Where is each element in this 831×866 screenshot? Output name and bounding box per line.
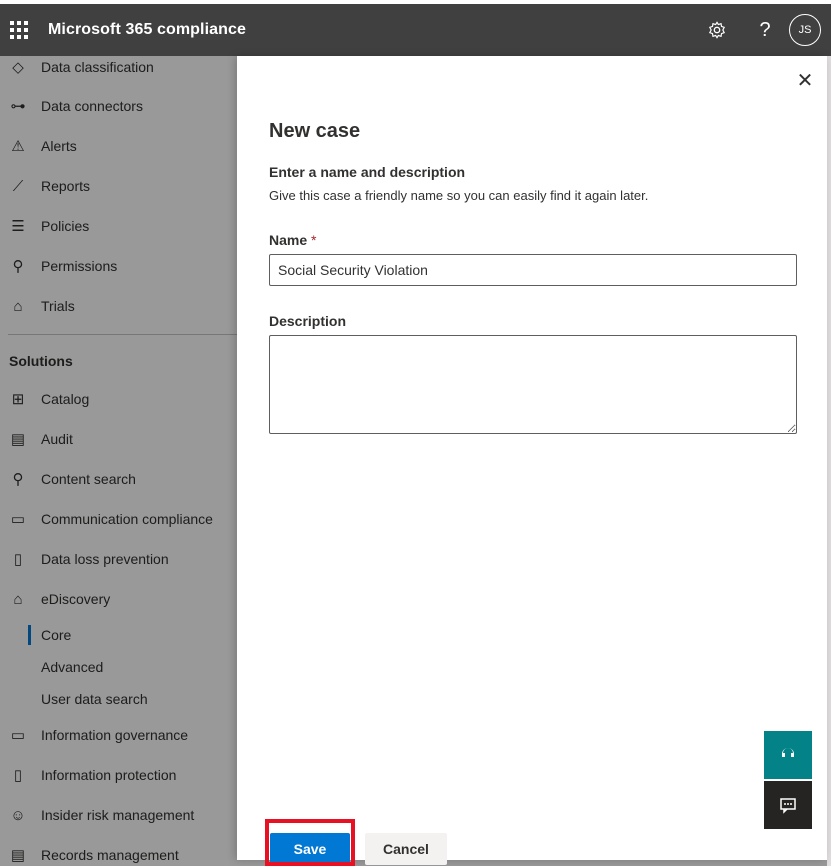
avatar[interactable]: JS <box>789 14 821 46</box>
top-bar: Microsoft 365 compliance ? JS <box>0 0 831 56</box>
new-case-panel: ✕ New case Enter a name and description … <box>237 56 827 865</box>
name-label: Name * <box>269 232 316 248</box>
help-chat-icon[interactable] <box>764 731 812 779</box>
required-mark: * <box>311 232 317 248</box>
panel-title: New case <box>269 120 361 142</box>
scrollbar[interactable] <box>827 56 831 866</box>
cancel-button[interactable]: Cancel <box>365 833 447 865</box>
section-title: Enter a name and description <box>269 164 466 180</box>
feedback-icon[interactable] <box>764 781 812 829</box>
close-icon[interactable]: ✕ <box>793 68 817 92</box>
app-title[interactable]: Microsoft 365 compliance <box>48 21 246 39</box>
name-label-text: Name <box>269 232 308 248</box>
save-highlight-box <box>265 819 355 866</box>
description-label: Description <box>269 313 347 329</box>
question-icon[interactable]: ? <box>741 6 789 54</box>
gear-icon[interactable] <box>693 6 741 54</box>
name-input[interactable] <box>269 254 797 286</box>
app-launcher-icon[interactable] <box>4 15 34 45</box>
section-description: Give this case a friendly name so you ca… <box>269 188 649 203</box>
description-textarea[interactable] <box>269 335 797 434</box>
